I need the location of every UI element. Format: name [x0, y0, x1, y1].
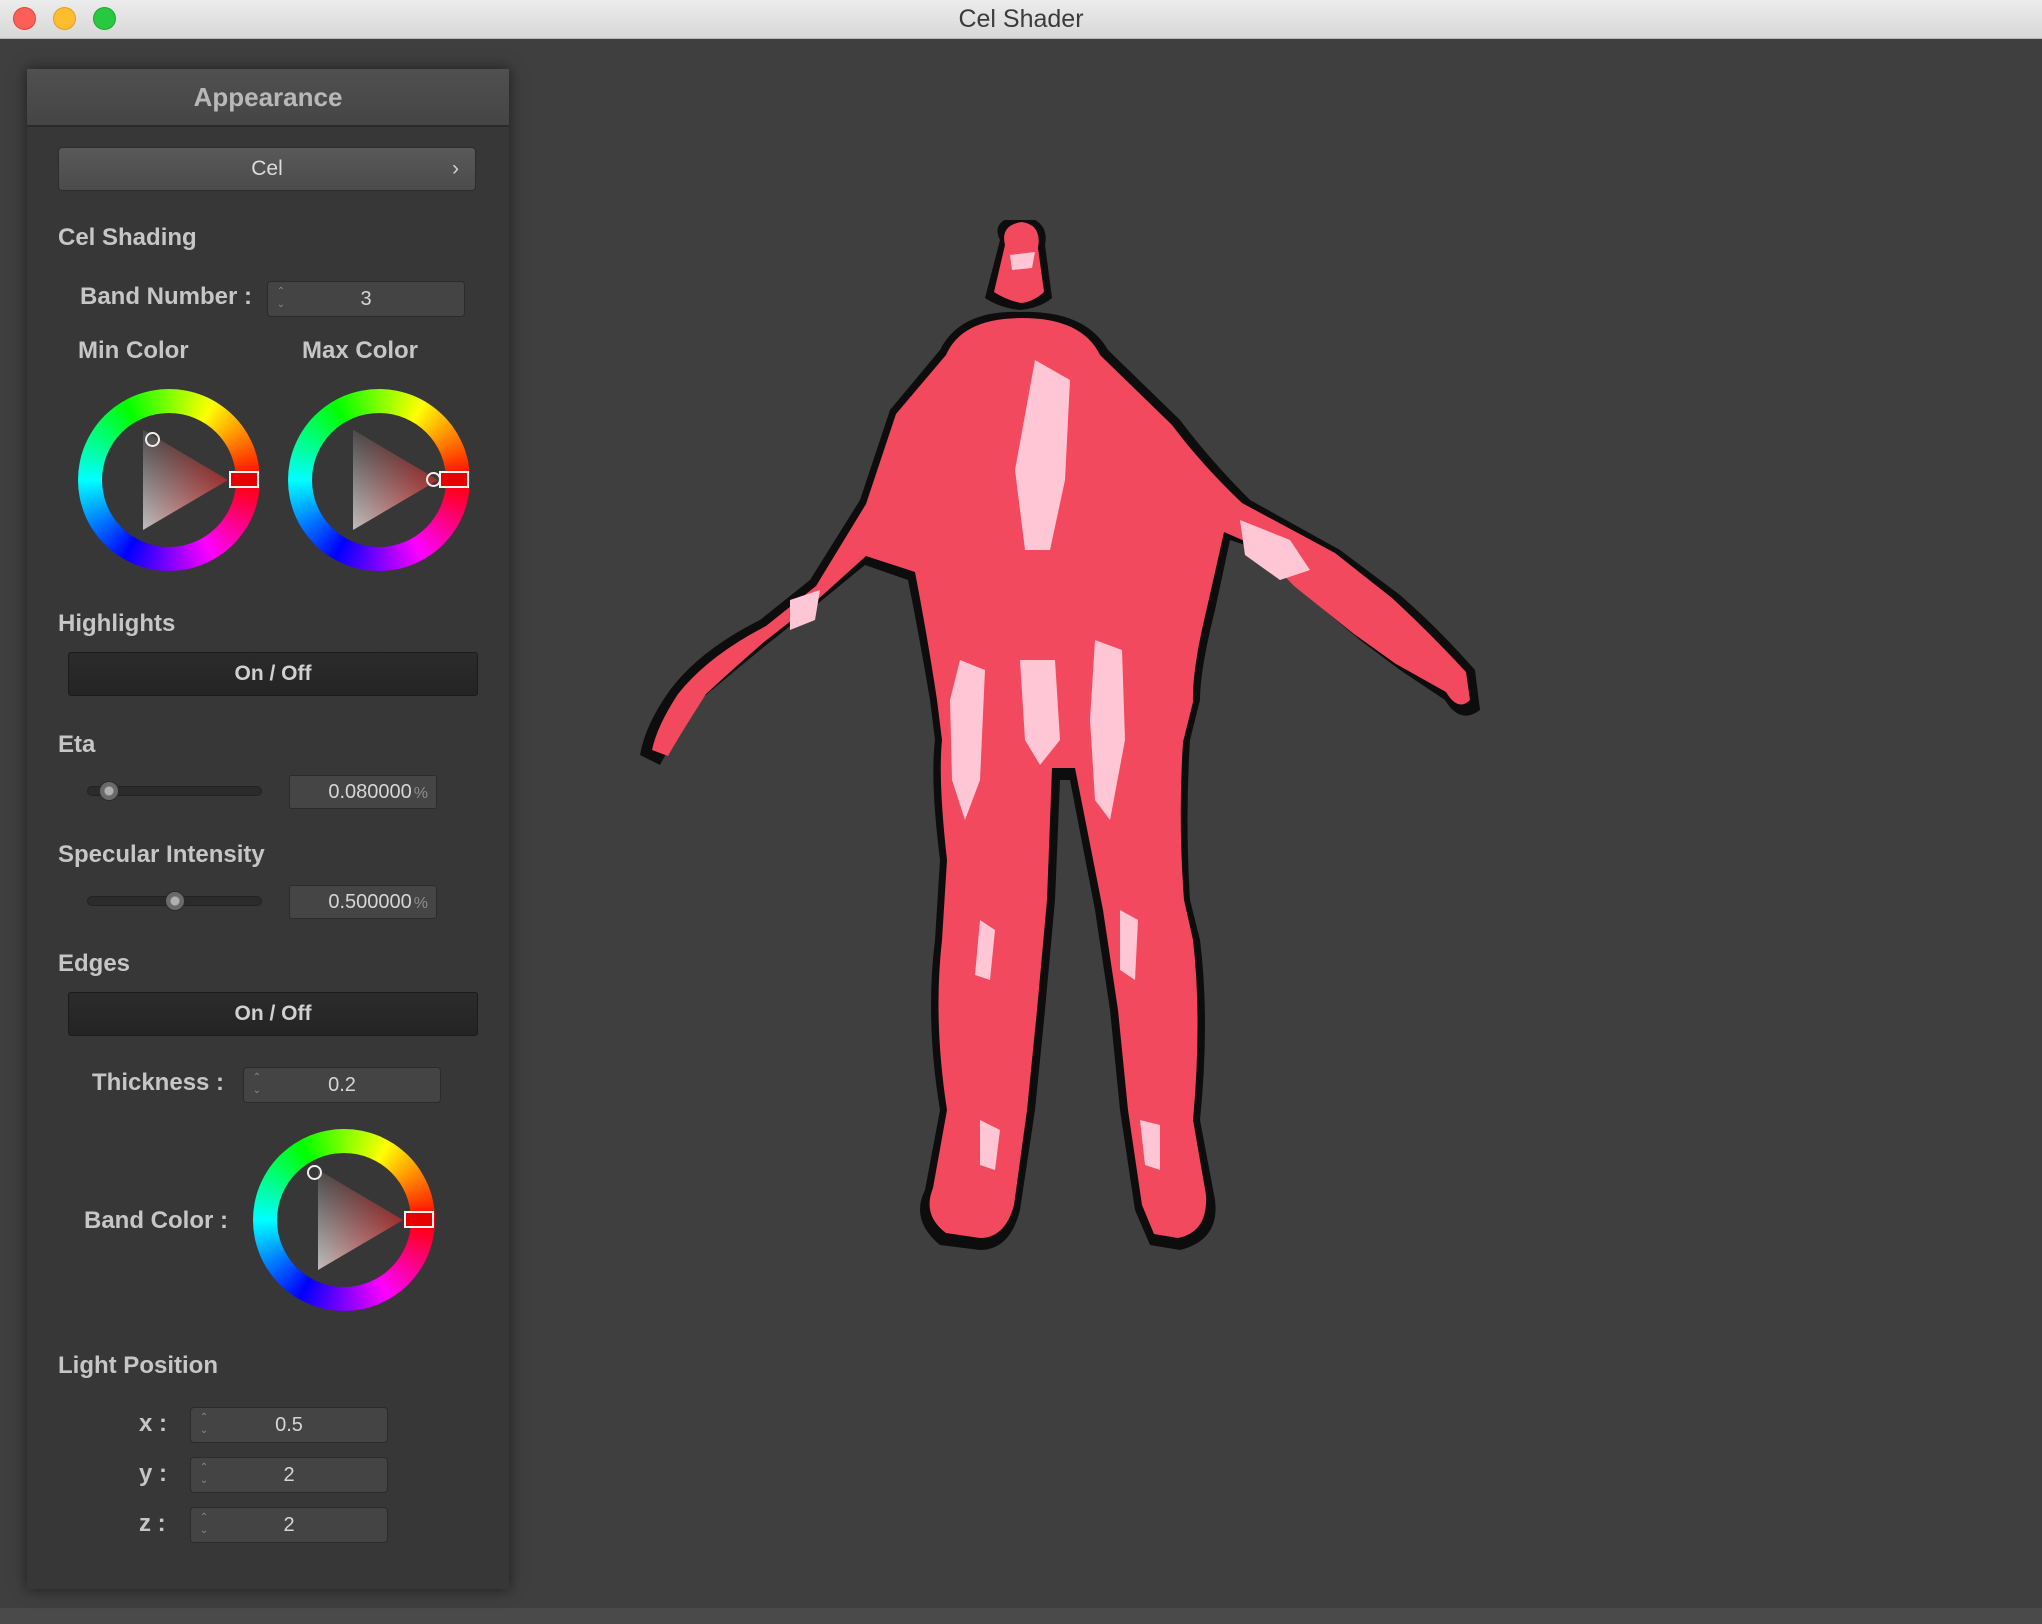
band-color-label: Band Color : [84, 1207, 228, 1234]
min-color-wheel[interactable] [78, 389, 260, 571]
edges-title: Edges [58, 950, 131, 977]
highlights-toggle-button[interactable]: On / Off [68, 652, 478, 696]
band-color-hue-handle[interactable] [404, 1211, 434, 1228]
min-color-sv-handle[interactable] [145, 432, 160, 447]
light-position-title: Light Position [58, 1352, 218, 1379]
specular-unit: % [413, 895, 428, 912]
shader-mode-button[interactable]: Cel › [58, 147, 476, 191]
stepper-arrows-icon[interactable]: ⌃ ⌄ [250, 1071, 264, 1099]
thickness-value: 0.2 [328, 1074, 356, 1096]
appearance-panel: Appearance Cel › Cel Shading Band Number… [27, 69, 509, 1589]
min-color-hue-handle[interactable] [229, 471, 259, 488]
stepper-arrows-icon[interactable]: ⌃ ⌄ [197, 1461, 211, 1489]
light-z-value: 2 [283, 1514, 295, 1536]
eta-unit: % [413, 785, 428, 802]
light-x-stepper[interactable]: ⌃ ⌄ 0.5 [190, 1407, 388, 1443]
band-color-sv-handle[interactable] [307, 1165, 322, 1180]
highlights-title: Highlights [58, 610, 176, 637]
title-bar: Cel Shader [0, 0, 2042, 39]
band-number-value: 3 [360, 288, 372, 310]
edges-toggle-button[interactable]: On / Off [68, 992, 478, 1036]
shader-mode-label: Cel [251, 157, 283, 180]
max-color-hue-handle[interactable] [439, 471, 469, 488]
thickness-label: Thickness : [92, 1069, 225, 1096]
chevron-right-icon: › [452, 157, 459, 180]
light-z-label: z : [139, 1510, 166, 1537]
light-x-label: x : [139, 1410, 168, 1437]
stepper-arrows-icon[interactable]: ⌃ ⌄ [197, 1511, 211, 1539]
specular-slider-knob[interactable] [164, 891, 185, 911]
eta-slider-knob[interactable] [99, 781, 120, 801]
stepper-arrows-icon[interactable]: ⌃ ⌄ [274, 285, 288, 313]
specular-value-field[interactable]: 0.500000% [289, 885, 437, 919]
stepper-arrows-icon[interactable]: ⌃ ⌄ [197, 1411, 211, 1439]
specular-value: 0.500000 [328, 891, 412, 913]
specular-intensity-title: Specular Intensity [58, 841, 265, 868]
band-color-wheel[interactable] [253, 1129, 435, 1311]
panel-header: Appearance [27, 69, 509, 127]
band-number-label: Band Number : [80, 283, 253, 310]
max-color-label: Max Color [302, 337, 419, 364]
min-color-label: Min Color [78, 337, 189, 364]
eta-value: 0.080000 [328, 781, 412, 803]
model-highlights [790, 252, 1310, 1170]
light-z-stepper[interactable]: ⌃ ⌄ 2 [190, 1507, 388, 1543]
window-title: Cel Shader [958, 5, 1084, 33]
thickness-stepper[interactable]: ⌃ ⌄ 0.2 [243, 1067, 441, 1103]
light-y-stepper[interactable]: ⌃ ⌄ 2 [190, 1457, 388, 1493]
eta-title: Eta [58, 731, 96, 758]
band-number-stepper[interactable]: ⌃ ⌄ 3 [267, 281, 465, 317]
light-y-value: 2 [283, 1464, 295, 1486]
bottom-border [0, 1608, 2042, 1624]
cel-shading-title: Cel Shading [58, 224, 197, 251]
eta-value-field[interactable]: 0.080000% [289, 775, 437, 809]
cel-shaded-model[interactable] [640, 220, 1500, 1350]
max-color-wheel[interactable] [288, 389, 470, 571]
max-color-sv-handle[interactable] [426, 472, 441, 487]
light-y-label: y : [139, 1460, 168, 1487]
light-x-value: 0.5 [275, 1414, 303, 1436]
model-base [652, 222, 1470, 1238]
